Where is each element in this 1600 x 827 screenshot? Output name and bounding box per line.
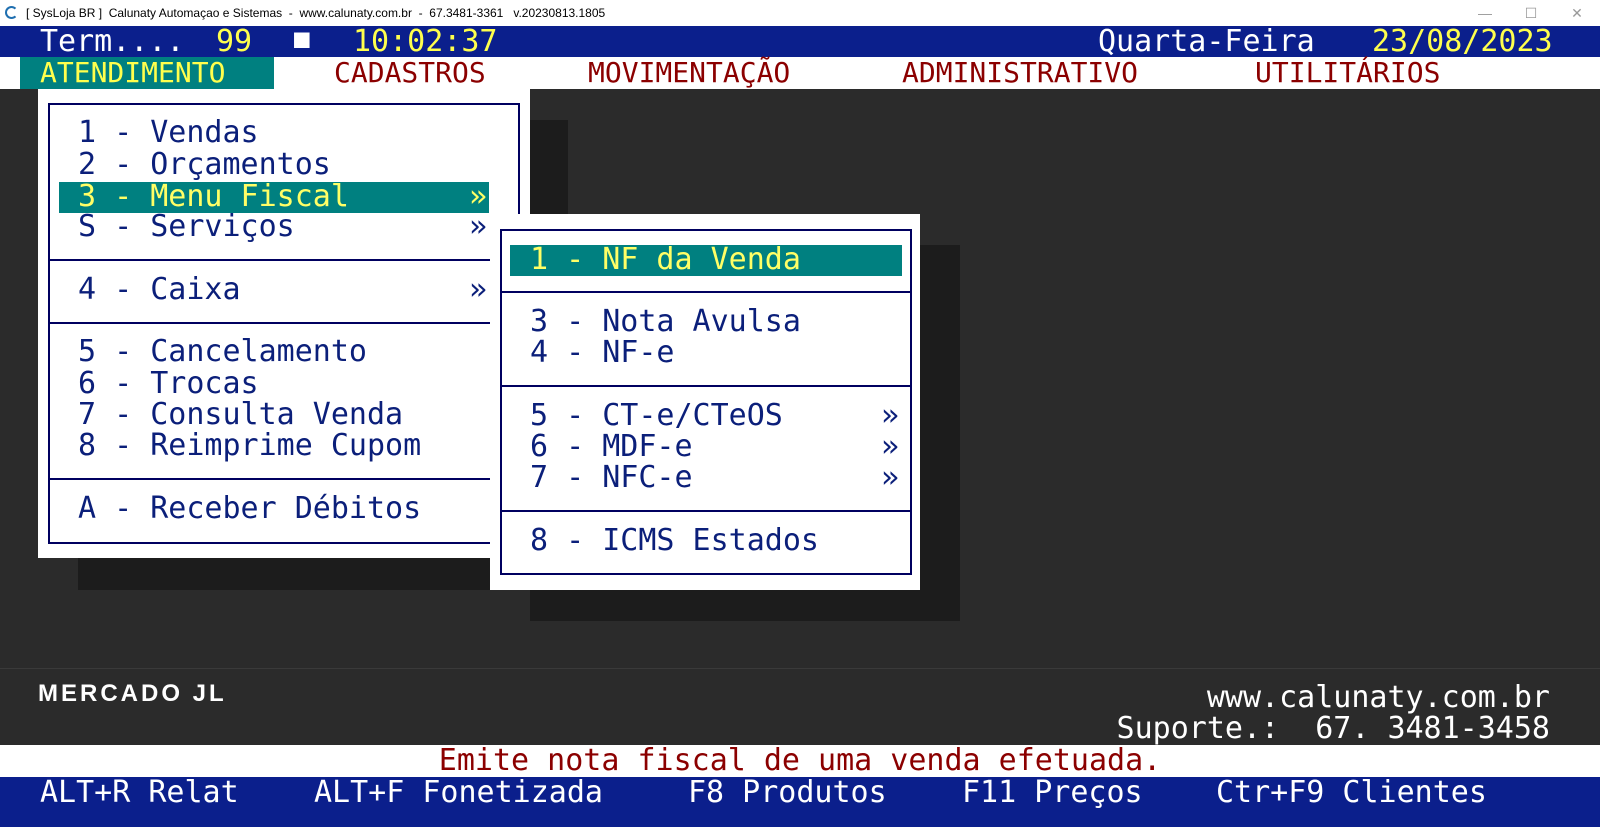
status-indicator-icon: ■ — [294, 24, 310, 54]
hint-message: Emite nota fiscal de uma venda efetuada. — [438, 743, 1162, 778]
submenu-item-label: 1 - NF da Venda — [530, 242, 801, 277]
submenu-item-ct-e[interactable]: 5 - CT-e/CTeOS — [530, 400, 783, 432]
submenu-item-icms-estados[interactable]: 8 - ICMS Estados — [530, 525, 819, 557]
menu-divider — [500, 291, 912, 293]
submenu-item-mdf-e[interactable]: 6 - MDF-e — [530, 431, 693, 463]
submenu-shadow — [530, 590, 960, 621]
submenu-item-nf-e[interactable]: 4 - NF-e — [530, 337, 675, 369]
menu-item-caixa[interactable]: 4 - Caixa — [78, 274, 241, 306]
menu-item-servicos[interactable]: S - Serviços — [78, 211, 295, 243]
submenu-arrow-icon: » — [881, 429, 900, 464]
minimize-button[interactable]: — — [1462, 0, 1508, 26]
submenu-arrow-icon: » — [881, 398, 900, 433]
hint-bar: Emite nota fiscal de uma venda efetuada. — [0, 745, 1600, 777]
shortcut-clientes[interactable]: Ctr+F9 Clientes — [1216, 777, 1487, 809]
submenu-shadow — [920, 245, 960, 621]
menu-cadastros[interactable]: CADASTROS — [334, 57, 486, 89]
menu-item-receber-debitos[interactable]: A - Receber Débitos — [78, 493, 421, 525]
terminal-number: 99 — [216, 24, 253, 59]
menu-item-consulta-venda[interactable]: 7 - Consulta Venda — [78, 399, 403, 431]
menu-fiscal-submenu: 1 - NF da Venda 3 - Nota Avulsa 4 - NF-e… — [490, 214, 920, 590]
terminal-label: Term.... — [40, 24, 185, 59]
submenu-arrow-icon: » — [469, 272, 488, 307]
menu-divider — [48, 322, 520, 324]
menu-divider — [48, 478, 520, 480]
menu-utilitarios[interactable]: UTILITÁRIOS — [1255, 57, 1440, 89]
current-date: 23/08/2023 — [1372, 24, 1553, 59]
window-title-bar: [ SysLoja BR ] Calunaty Automaçao e Sist… — [0, 0, 1600, 26]
company-name: MERCADO JL — [38, 680, 227, 707]
submenu-item-nota-avulsa[interactable]: 3 - Nota Avulsa — [530, 306, 801, 338]
menu-shadow — [78, 558, 490, 590]
close-button[interactable]: ✕ — [1554, 0, 1600, 26]
support-phone: Suporte.: 67. 3481-3458 — [1116, 711, 1550, 746]
shortcut-relat[interactable]: ALT+R Relat — [40, 777, 239, 809]
menu-atendimento[interactable]: ATENDIMENTO — [20, 57, 274, 89]
atendimento-dropdown: 1 - Vendas 2 - Orçamentos 3 - Menu Fisca… — [38, 89, 530, 558]
submenu-item-nfc-e[interactable]: 7 - NFC-e — [530, 462, 693, 494]
support-website: www.calunaty.com.br — [1206, 680, 1550, 715]
menu-movimentacao[interactable]: MOVIMENTAÇÃO — [588, 57, 790, 89]
shortcut-fonetizada[interactable]: ALT+F Fonetizada — [314, 777, 603, 809]
footer-divider — [0, 668, 1600, 669]
shortcut-bar: ALT+R Relat ALT+F Fonetizada F8 Produtos… — [0, 777, 1600, 827]
shortcut-produtos[interactable]: F8 Produtos — [688, 777, 887, 809]
menu-divider — [48, 259, 520, 261]
submenu-arrow-icon: » — [881, 460, 900, 495]
submenu-arrow-icon: » — [469, 209, 488, 244]
shortcut-precos[interactable]: F11 Preços — [962, 777, 1143, 809]
status-header: Term.... 99 ■ 10:02:37 Quarta-Feira 23/0… — [0, 24, 1600, 59]
menu-divider — [500, 385, 912, 387]
menu-item-vendas[interactable]: 1 - Vendas — [78, 117, 259, 149]
maximize-button[interactable]: ☐ — [1508, 0, 1554, 26]
submenu-item-nf-da-venda[interactable]: 1 - NF da Venda — [510, 242, 902, 277]
menu-item-cancelamento[interactable]: 5 - Cancelamento — [78, 336, 367, 368]
menu-item-reimprime-cupom[interactable]: 8 - Reimprime Cupom — [78, 430, 421, 462]
weekday-label: Quarta-Feira — [1098, 24, 1315, 59]
main-menu-bar: ATENDIMENTO CADASTROS MOVIMENTAÇÃO ADMIN… — [0, 57, 1600, 89]
menu-item-orcamentos[interactable]: 2 - Orçamentos — [78, 149, 331, 181]
menu-item-trocas[interactable]: 6 - Trocas — [78, 368, 259, 400]
menu-divider — [500, 510, 912, 512]
clock-time: 10:02:37 — [353, 24, 498, 59]
app-logo-icon — [5, 6, 18, 19]
menu-administrativo[interactable]: ADMINISTRATIVO — [902, 57, 1138, 89]
window-title: [ SysLoja BR ] Calunaty Automaçao e Sist… — [26, 6, 606, 20]
